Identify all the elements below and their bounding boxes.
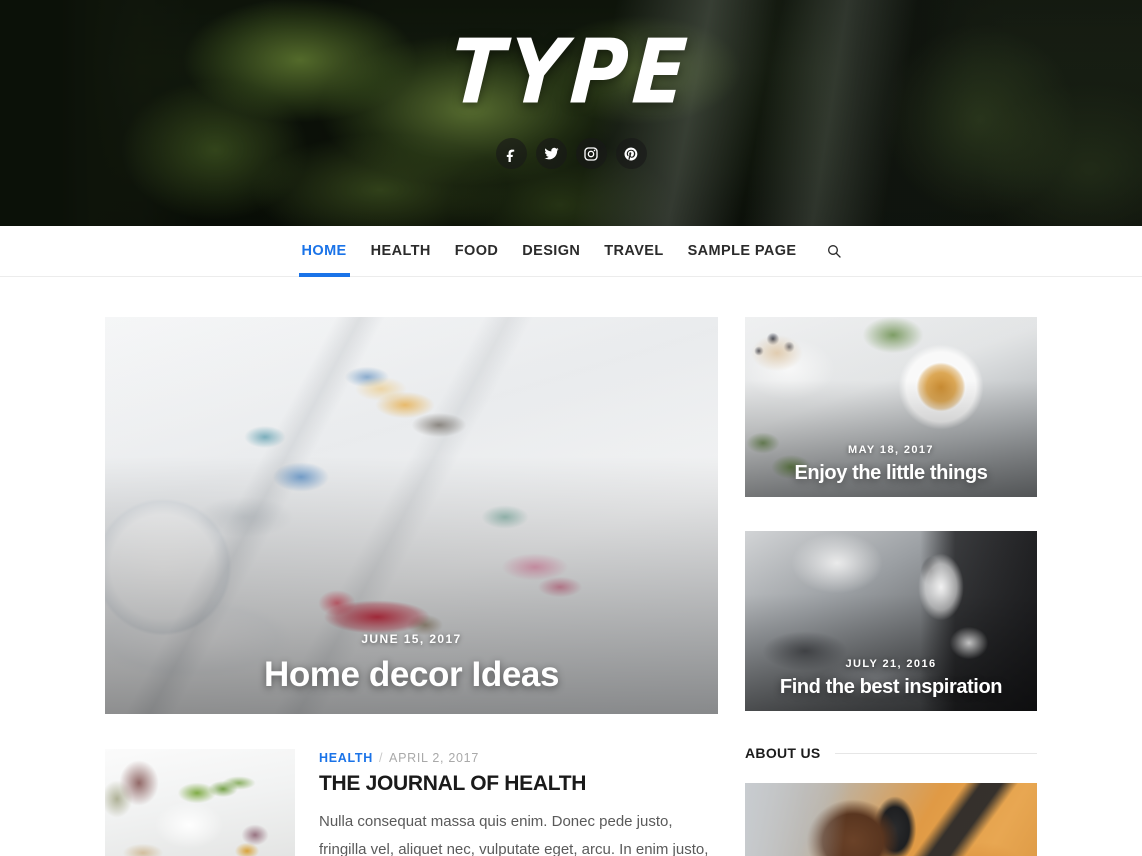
nav-item-food[interactable]: FOOD xyxy=(443,226,511,277)
featured-side-2-title[interactable]: Find the best inspiration xyxy=(763,676,1019,698)
post-thumbnail[interactable] xyxy=(105,749,295,856)
site-logo[interactable]: TYPE xyxy=(447,22,694,125)
post-date: APRIL 2, 2017 xyxy=(389,751,479,765)
site-header: TYPE xyxy=(0,0,1142,226)
featured-main-title[interactable]: Home decor Ideas xyxy=(123,655,700,694)
page-content: JUNE 15, 2017 Home decor Ideas HEALTH / … xyxy=(0,277,1142,856)
post-excerpt: Nulla consequat massa quis enim. Donec p… xyxy=(319,813,709,856)
twitter-icon[interactable] xyxy=(535,138,567,169)
sidebar: MAY 18, 2017 Enjoy the little things JUL… xyxy=(745,317,1037,856)
content-column: JUNE 15, 2017 Home decor Ideas HEALTH / … xyxy=(105,317,718,856)
instagram-icon[interactable] xyxy=(575,138,607,169)
nav-item-travel[interactable]: TRAVEL xyxy=(592,226,675,277)
main-navigation: HOME HEALTH FOOD DESIGN TRAVEL SAMPLE PA… xyxy=(0,226,1142,277)
featured-main-date: JUNE 15, 2017 xyxy=(361,631,462,646)
nav-item-design[interactable]: DESIGN xyxy=(510,226,592,277)
post-category-link[interactable]: HEALTH xyxy=(319,751,373,765)
search-icon[interactable] xyxy=(808,226,852,277)
social-links xyxy=(495,138,647,169)
featured-main-caption: JUNE 15, 2017 Home decor Ideas xyxy=(105,632,718,714)
widget-title: ABOUT US xyxy=(745,745,821,761)
about-us-image xyxy=(745,783,1037,856)
post-body: HEALTH / APRIL 2, 2017 THE JOURNAL OF HE… xyxy=(319,749,718,856)
nav-item-sample-page[interactable]: SAMPLE PAGE xyxy=(676,226,809,277)
widget-header: ABOUT US xyxy=(745,745,1037,761)
widget-about-us: ABOUT US xyxy=(745,745,1037,856)
post-meta: HEALTH / APRIL 2, 2017 xyxy=(319,751,718,765)
widget-divider xyxy=(834,752,1037,754)
featured-post-main[interactable]: JUNE 15, 2017 Home decor Ideas xyxy=(105,317,718,714)
featured-side-2-caption: JULY 21, 2016 Find the best inspiration xyxy=(745,658,1037,711)
featured-side-2-date: JULY 21, 2016 xyxy=(845,657,937,670)
post-list-item: HEALTH / APRIL 2, 2017 THE JOURNAL OF HE… xyxy=(105,749,718,856)
post-meta-separator: / xyxy=(378,751,384,765)
featured-side-1-caption: MAY 18, 2017 Enjoy the little things xyxy=(745,444,1037,497)
featured-post-side-1[interactable]: MAY 18, 2017 Enjoy the little things xyxy=(745,317,1037,497)
nav-list: HOME HEALTH FOOD DESIGN TRAVEL SAMPLE PA… xyxy=(290,226,853,277)
nav-item-health[interactable]: HEALTH xyxy=(359,226,443,277)
post-title[interactable]: THE JOURNAL OF HEALTH xyxy=(319,772,718,796)
nav-item-home[interactable]: HOME xyxy=(290,226,359,277)
featured-side-1-date: MAY 18, 2017 xyxy=(848,443,934,456)
featured-post-side-2[interactable]: JULY 21, 2016 Find the best inspiration xyxy=(745,531,1037,711)
pinterest-icon[interactable] xyxy=(615,138,647,169)
facebook-icon[interactable] xyxy=(495,138,527,169)
featured-side-1-title[interactable]: Enjoy the little things xyxy=(763,462,1019,484)
